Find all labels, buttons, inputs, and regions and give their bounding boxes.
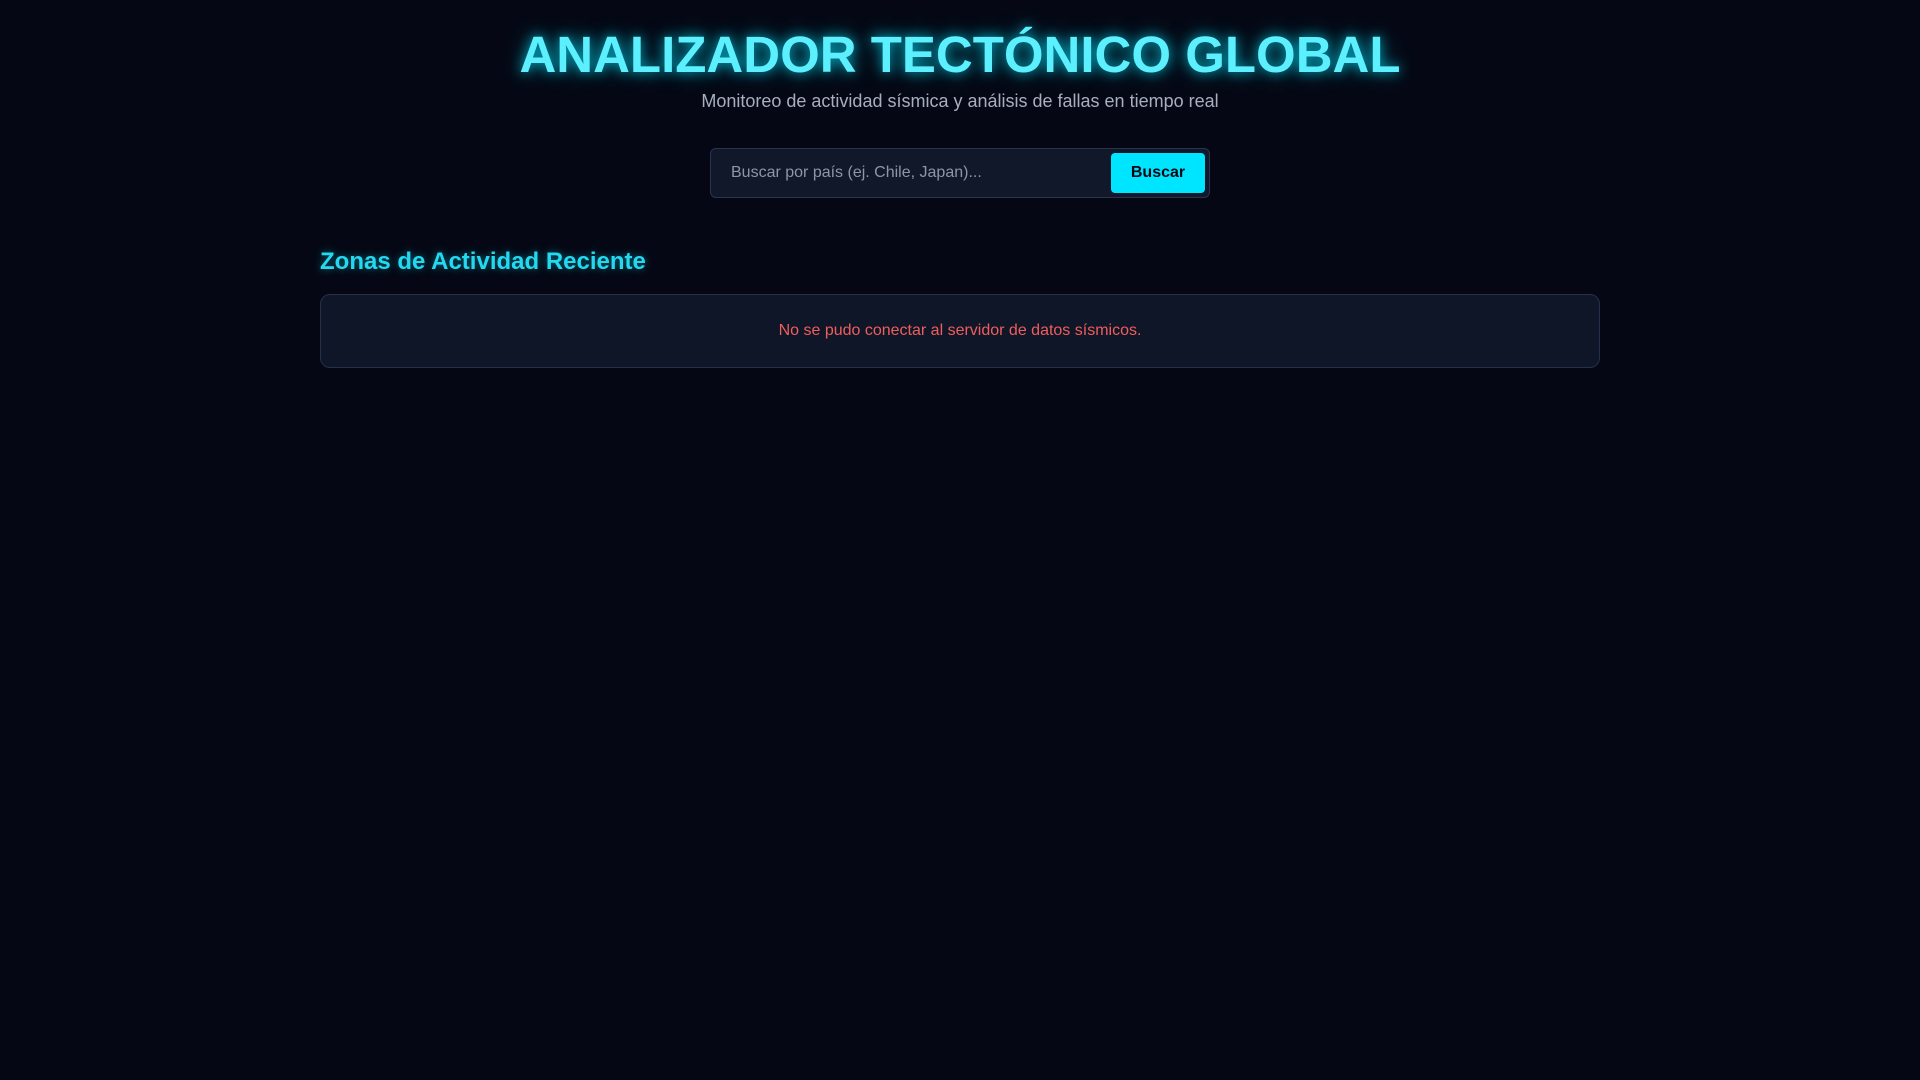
- page-subtitle: Monitoreo de actividad sísmica y análisi…: [701, 91, 1219, 111]
- search-button[interactable]: Buscar: [1111, 153, 1205, 193]
- page-title: ANALIZADOR TECTÓNICO GLOBAL: [519, 26, 1401, 83]
- page: ANALIZADOR TECTÓNICO GLOBAL Monitoreo de…: [0, 0, 1920, 1080]
- search-bar: Buscar: [710, 148, 1210, 198]
- activity-panel: No se pudo conectar al servidor de datos…: [320, 294, 1600, 368]
- section-title: Zonas de Actividad Reciente: [320, 248, 646, 275]
- error-message: No se pudo conectar al servidor de datos…: [778, 322, 1142, 339]
- search-input[interactable]: [711, 149, 1111, 197]
